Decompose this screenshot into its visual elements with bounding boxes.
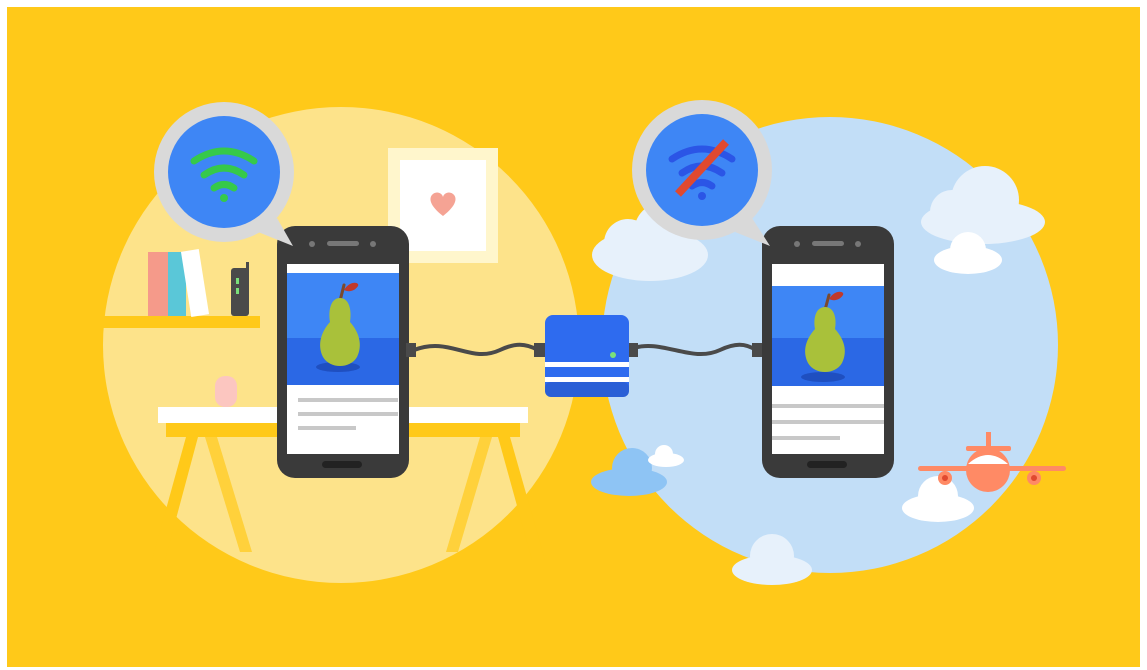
- book-icon: [148, 252, 168, 316]
- offline-sync-illustration: [0, 0, 1147, 670]
- illustration-stage: [0, 0, 1147, 670]
- shelf: [98, 316, 260, 328]
- phone-online: [277, 226, 409, 478]
- router-icon: [231, 262, 249, 316]
- home-button: [807, 461, 847, 468]
- home-button: [322, 461, 362, 468]
- phone-offline: [762, 226, 894, 478]
- lamp-icon: [215, 376, 237, 407]
- server-icon: [545, 315, 629, 397]
- status-led: [610, 352, 616, 358]
